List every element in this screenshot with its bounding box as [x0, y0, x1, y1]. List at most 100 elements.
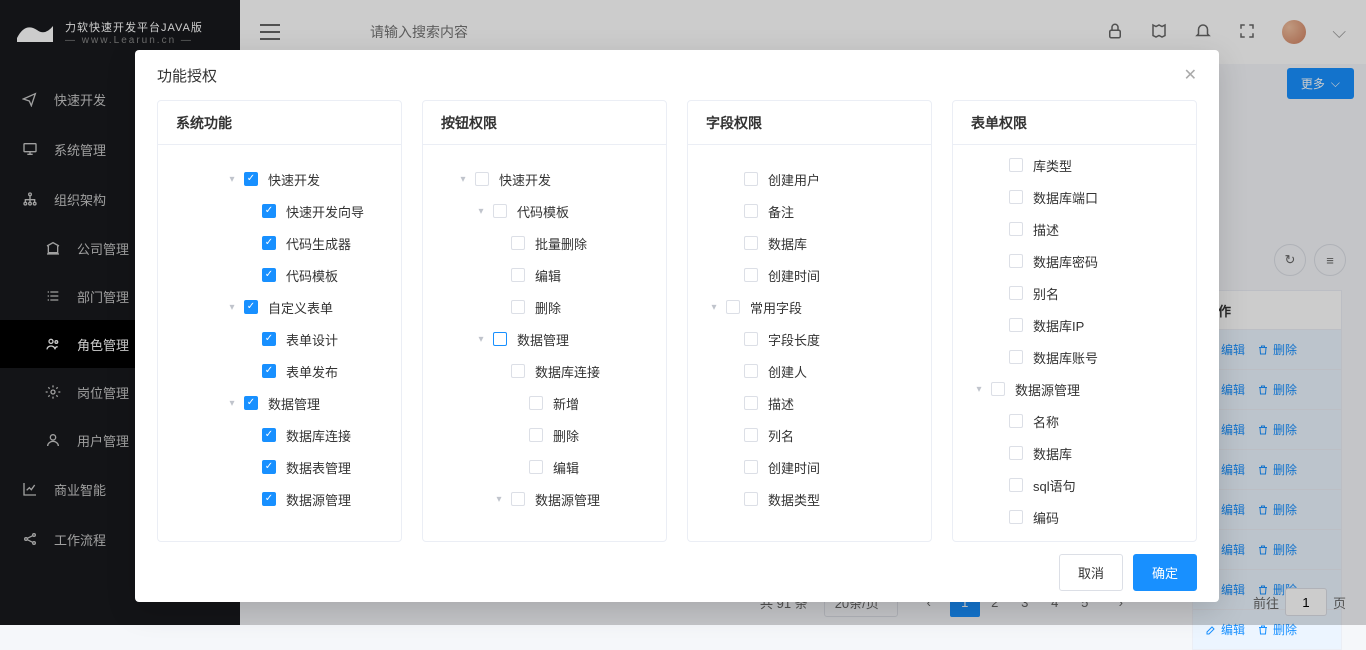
tree-item[interactable]: 描述 [967, 213, 1182, 245]
tree-item[interactable]: 数据库账号 [967, 341, 1182, 373]
checkbox[interactable] [1009, 222, 1023, 236]
checkbox[interactable] [744, 332, 758, 346]
checkbox[interactable] [511, 364, 525, 378]
checkbox[interactable] [991, 382, 1005, 396]
checkbox[interactable] [744, 204, 758, 218]
checkbox[interactable] [744, 428, 758, 442]
expand-icon[interactable]: ▾ [708, 302, 720, 313]
tree-item[interactable]: sql语句 [967, 469, 1182, 501]
checkbox[interactable] [1009, 350, 1023, 364]
checkbox[interactable] [262, 460, 276, 474]
tree-item[interactable]: 别名 [967, 277, 1182, 309]
tree-item[interactable]: 数据类型 [702, 483, 917, 515]
tree-item[interactable]: 数据库IP [967, 309, 1182, 341]
checkbox[interactable] [1009, 190, 1023, 204]
expand-icon[interactable]: ▾ [226, 174, 238, 185]
tree-item[interactable]: ▾数据管理 [172, 387, 387, 419]
expand-icon[interactable]: ▾ [457, 174, 469, 185]
checkbox[interactable] [262, 428, 276, 442]
checkbox[interactable] [1009, 318, 1023, 332]
checkbox[interactable] [1009, 158, 1023, 172]
checkbox[interactable] [244, 396, 258, 410]
tree-item[interactable]: 编码 [967, 501, 1182, 533]
tree-item[interactable]: ▾快速开发 [437, 163, 652, 195]
checkbox[interactable] [511, 492, 525, 506]
tree-item[interactable]: 数据库连接 [172, 419, 387, 451]
tree-item[interactable]: ▾快速开发 [172, 163, 387, 195]
checkbox[interactable] [744, 268, 758, 282]
tree-item[interactable]: 表单设计 [172, 323, 387, 355]
tree-item[interactable]: 数据源管理 [172, 483, 387, 515]
tree-item[interactable]: 数据库 [967, 437, 1182, 469]
checkbox[interactable] [262, 492, 276, 506]
expand-icon[interactable]: ▾ [493, 494, 505, 505]
tree-item[interactable]: 数据库密码 [967, 245, 1182, 277]
checkbox[interactable] [1009, 446, 1023, 460]
tree-item[interactable]: 创建时间 [702, 259, 917, 291]
checkbox[interactable] [475, 172, 489, 186]
checkbox[interactable] [529, 396, 543, 410]
tree-item[interactable]: 列名 [702, 419, 917, 451]
tree-item[interactable]: 代码模板 [172, 259, 387, 291]
tree-item[interactable]: 数据库连接 [437, 355, 652, 387]
checkbox[interactable] [262, 236, 276, 250]
tree-item[interactable]: ▾数据源管理 [967, 373, 1182, 405]
checkbox[interactable] [529, 460, 543, 474]
tree-item[interactable]: ▾数据管理 [437, 323, 652, 355]
expand-icon[interactable]: ▾ [475, 334, 487, 345]
checkbox[interactable] [262, 204, 276, 218]
checkbox[interactable] [744, 460, 758, 474]
tree-item[interactable]: ▾数据源管理 [437, 483, 652, 515]
checkbox[interactable] [511, 268, 525, 282]
tree-item[interactable]: 描述 [702, 387, 917, 419]
checkbox[interactable] [1009, 254, 1023, 268]
tree-item[interactable]: 名称 [967, 405, 1182, 437]
expand-icon[interactable]: ▾ [226, 302, 238, 313]
tree-item[interactable]: ▾代码模板 [437, 195, 652, 227]
tree-item[interactable]: 编辑 [437, 259, 652, 291]
tree-item[interactable]: 数据库 [702, 227, 917, 259]
checkbox[interactable] [262, 332, 276, 346]
tree-item[interactable]: 创建用户 [702, 163, 917, 195]
checkbox[interactable] [244, 172, 258, 186]
checkbox[interactable] [1009, 286, 1023, 300]
tree-item[interactable]: ▾常用字段 [702, 291, 917, 323]
checkbox[interactable] [726, 300, 740, 314]
tree-item[interactable]: 批量删除 [437, 227, 652, 259]
cancel-button[interactable]: 取消 [1059, 554, 1123, 591]
tree-item[interactable]: 创建时间 [702, 451, 917, 483]
tree-item[interactable]: 删除 [437, 291, 652, 323]
checkbox[interactable] [493, 204, 507, 218]
tree-item[interactable]: 新增 [437, 387, 652, 419]
checkbox[interactable] [1009, 414, 1023, 428]
checkbox[interactable] [493, 332, 507, 346]
expand-icon[interactable]: ▾ [226, 398, 238, 409]
tree-item[interactable]: 表单发布 [172, 355, 387, 387]
tree-item[interactable]: 删除 [437, 419, 652, 451]
checkbox[interactable] [244, 300, 258, 314]
checkbox[interactable] [744, 236, 758, 250]
checkbox[interactable] [262, 364, 276, 378]
checkbox[interactable] [744, 492, 758, 506]
checkbox[interactable] [1009, 478, 1023, 492]
checkbox[interactable] [511, 236, 525, 250]
tree-item[interactable]: 数据表管理 [172, 451, 387, 483]
tree-item[interactable]: 数据库端口 [967, 181, 1182, 213]
tree-item[interactable]: ▾自定义表单 [172, 291, 387, 323]
checkbox[interactable] [529, 428, 543, 442]
tree-item[interactable]: 快速开发向导 [172, 195, 387, 227]
tree-item[interactable]: 字段长度 [702, 323, 917, 355]
confirm-button[interactable]: 确定 [1133, 554, 1197, 591]
checkbox[interactable] [744, 396, 758, 410]
tree-item[interactable]: 备注 [702, 195, 917, 227]
tree-item[interactable]: 库类型 [967, 149, 1182, 181]
tree-item[interactable]: 创建人 [702, 355, 917, 387]
checkbox[interactable] [262, 268, 276, 282]
checkbox[interactable] [1009, 510, 1023, 524]
expand-icon[interactable]: ▾ [973, 384, 985, 395]
checkbox[interactable] [744, 364, 758, 378]
checkbox[interactable] [744, 172, 758, 186]
expand-icon[interactable]: ▾ [475, 206, 487, 217]
tree-item[interactable]: 编辑 [437, 451, 652, 483]
tree-item[interactable]: 代码生成器 [172, 227, 387, 259]
